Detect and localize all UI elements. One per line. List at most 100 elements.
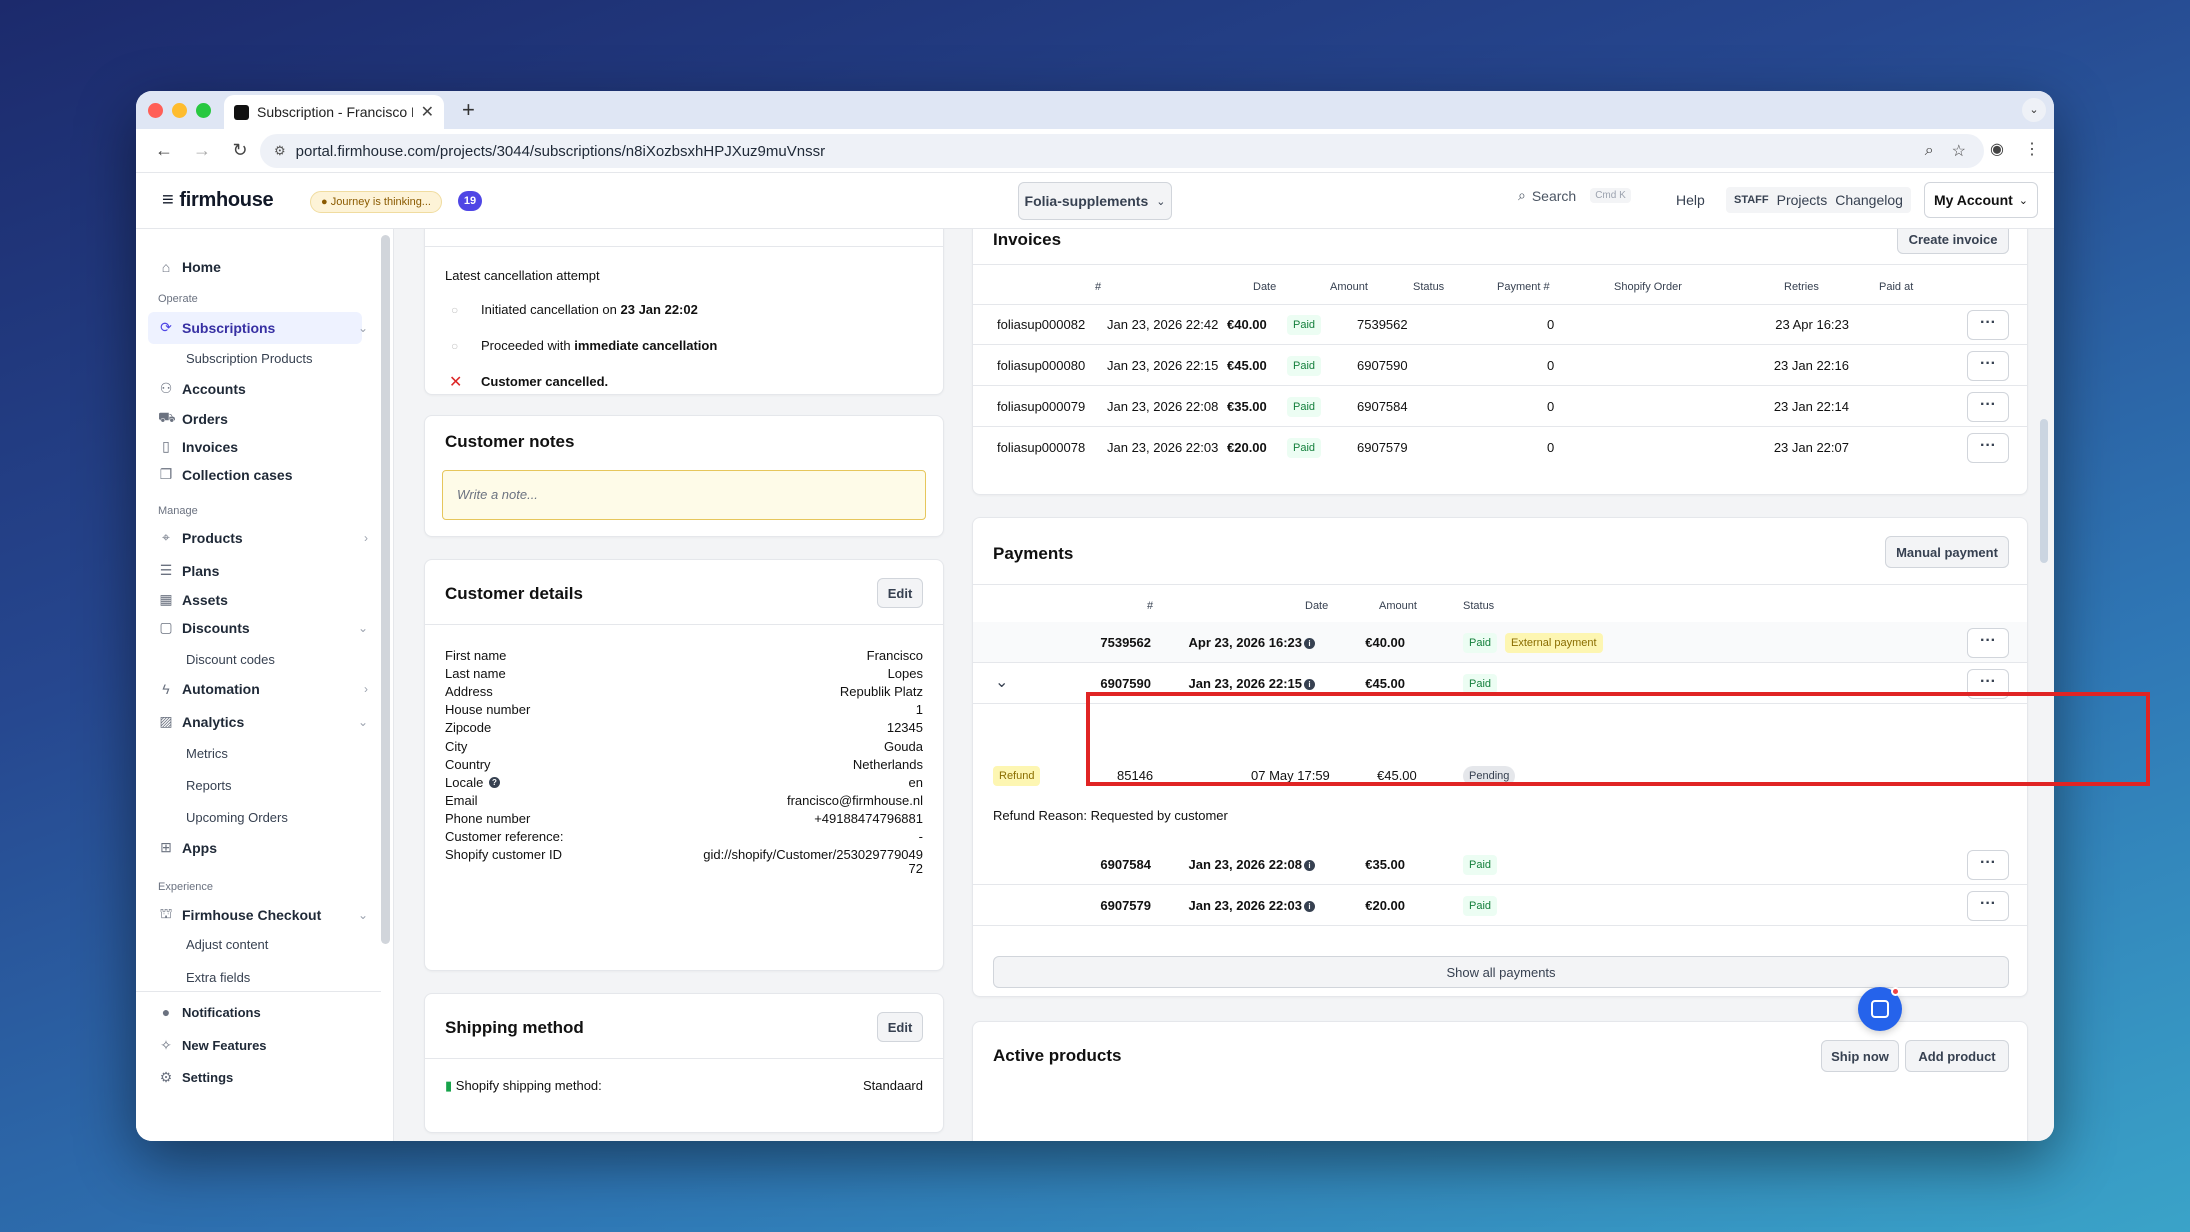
sidebar-scrollbar[interactable]: [381, 235, 390, 944]
sidebar-item-assets[interactable]: ▦ Assets: [158, 591, 372, 608]
project-selector[interactable]: Folia-supplements ⌄: [1018, 182, 1172, 220]
invoice-payment-number[interactable]: 6907590: [1357, 358, 1408, 373]
sidebar-item-notifications[interactable]: ● Notifications: [158, 1004, 372, 1020]
create-invoice-button[interactable]: Create invoice: [1897, 229, 2009, 254]
sidebar-item-new-features[interactable]: ✧ New Features: [158, 1037, 372, 1054]
add-product-button[interactable]: Add product: [1905, 1040, 2009, 1072]
project-name: Folia-supplements: [1024, 193, 1149, 209]
invoice-payment-number[interactable]: 6907579: [1357, 440, 1408, 455]
my-account-button[interactable]: My Account ⌄: [1924, 182, 2038, 218]
sidebar-item-invoices[interactable]: ▯ Invoices: [158, 438, 372, 455]
sidebar-item-products[interactable]: ⌖ Products ›: [158, 529, 372, 546]
sidebar-item-reports[interactable]: Reports: [186, 778, 232, 793]
sidebar-item-home[interactable]: ⌂ Home: [158, 259, 372, 275]
customer-field-label: Locale: [445, 774, 484, 790]
browser-menu-icon[interactable]: ⋮: [2024, 139, 2040, 159]
manual-payment-button[interactable]: Manual payment: [1885, 536, 2009, 568]
invoice-payment-number[interactable]: 6907584: [1357, 399, 1408, 414]
note-placeholder: Write a note...: [457, 487, 538, 502]
close-tab-icon[interactable]: ✕: [421, 102, 434, 122]
payment-actions-button[interactable]: ···: [1967, 669, 2009, 699]
ship-now-button[interactable]: Ship now: [1821, 1040, 1899, 1072]
back-icon[interactable]: ←: [154, 140, 174, 161]
app-header: ≡ firmhouse ● Journey is thinking... 19 F…: [136, 173, 2054, 229]
maximize-window-button[interactable]: [196, 103, 211, 118]
tab-search-icon[interactable]: ⌄: [2022, 98, 2046, 122]
profile-icon[interactable]: ◉: [1990, 139, 2004, 159]
payment-amount: €20.00: [1365, 898, 1405, 913]
journey-status-badge[interactable]: ● Journey is thinking...: [310, 191, 442, 213]
chat-widget-button[interactable]: [1858, 987, 1902, 1031]
invoice-number[interactable]: foliasup000082: [997, 317, 1085, 332]
sidebar-item-settings[interactable]: ⚙ Settings: [158, 1069, 372, 1086]
sidebar-item-metrics[interactable]: Metrics: [186, 746, 228, 761]
invoice-number[interactable]: foliasup000078: [997, 440, 1085, 455]
sidebar-item-apps[interactable]: ⊞ Apps: [158, 839, 372, 856]
payment-actions-button[interactable]: ···: [1967, 891, 2009, 921]
help-link[interactable]: Help: [1676, 192, 1705, 208]
sidebar-item-analytics[interactable]: ▨ Analytics ⌄: [158, 713, 372, 730]
sidebar-item-subscription-products[interactable]: Subscription Products: [186, 351, 312, 366]
invoices-header-status: Status: [1413, 281, 1445, 293]
customer-field-label: Zipcode: [445, 720, 492, 736]
invoice-actions-button[interactable]: ···: [1967, 351, 2009, 381]
chevron-down-icon: ⌄: [2018, 194, 2029, 207]
invoice-number[interactable]: foliasup000080: [997, 358, 1085, 373]
customer-field-value: -: [918, 829, 923, 844]
reload-icon[interactable]: ↻: [230, 140, 250, 161]
invoice-actions-button[interactable]: ···: [1967, 433, 2009, 463]
firmhouse-logo[interactable]: ≡ firmhouse: [162, 189, 274, 212]
invoice-number[interactable]: foliasup000079: [997, 399, 1085, 414]
divider: [425, 624, 943, 625]
info-icon: i: [1304, 679, 1315, 691]
payment-actions-button[interactable]: ···: [1967, 628, 2009, 658]
note-input[interactable]: Write a note...: [442, 470, 926, 520]
sidebar-item-discount-codes[interactable]: Discount codes: [186, 652, 275, 667]
browser-tab[interactable]: Subscription - Francisco Lopes ✕: [224, 95, 444, 129]
sidebar-item-label: Automation: [182, 681, 260, 697]
minimize-window-button[interactable]: [172, 103, 187, 118]
invoice-date: Jan 23, 2026 22:42: [1107, 317, 1219, 332]
step-circle-icon: ○: [451, 303, 459, 317]
invoice-retries: 0: [1547, 317, 1555, 332]
chevron-down-icon: ⌄: [357, 714, 368, 729]
sidebar-item-upcoming-orders[interactable]: Upcoming Orders: [186, 810, 288, 825]
customer-field-value: francisco@firmhouse.nl: [786, 792, 923, 808]
sidebar-item-plans[interactable]: ☰ Plans: [158, 562, 372, 579]
new-tab-icon[interactable]: +: [462, 97, 475, 123]
site-settings-icon[interactable]: ⚙: [274, 143, 286, 159]
documents-icon: ❐: [159, 466, 173, 482]
sidebar-item-collection-cases[interactable]: ❐ Collection cases: [158, 466, 372, 483]
sidebar-item-subscriptions[interactable]: ⟳ Subscriptions ⌄: [158, 319, 372, 336]
address-bar[interactable]: ⚙ portal.firmhouse.com/projects/3044/sub…: [260, 134, 1984, 168]
forward-icon[interactable]: →: [192, 140, 212, 161]
changelog-link[interactable]: Changelog: [1835, 192, 1903, 208]
search-button[interactable]: ⌕ Search Cmd K: [1518, 187, 1631, 204]
sidebar-item-automation[interactable]: ϟ Automation ›: [158, 681, 372, 697]
sidebar-item-extra-fields[interactable]: Extra fields: [186, 970, 250, 985]
sidebar-item-discounts[interactable]: ▢ Discounts ⌄: [158, 619, 372, 636]
invoice-actions-button[interactable]: ···: [1967, 310, 2009, 340]
invoice-payment-number[interactable]: 7539562: [1357, 317, 1408, 332]
active-products-card: Active products Ship now Add product: [972, 1021, 2028, 1141]
sidebar-item-orders[interactable]: ⛟ Orders: [158, 409, 372, 428]
chevron-down-icon[interactable]: ⌄: [995, 672, 1008, 692]
show-all-payments-button[interactable]: Show all payments: [993, 956, 2009, 988]
projects-link[interactable]: Projects: [1777, 192, 1828, 208]
status-badge: Paid: [1287, 315, 1322, 335]
edit-customer-button[interactable]: Edit: [877, 578, 923, 608]
close-window-button[interactable]: [148, 103, 163, 118]
edit-shipping-button[interactable]: Edit: [877, 1012, 923, 1042]
payment-actions-button[interactable]: ···: [1967, 850, 2009, 880]
notification-count-badge[interactable]: 19: [458, 191, 482, 211]
customer-field-value: 12345: [886, 720, 923, 736]
invoice-retries: 0: [1547, 440, 1555, 455]
sidebar-item-firmhouse-checkout[interactable]: ⛫ Firmhouse Checkout ⌄: [158, 905, 372, 924]
bookmark-star-icon[interactable]: ☆: [1952, 141, 1966, 161]
sidebar-item-accounts[interactable]: ⚇ Accounts: [158, 380, 372, 397]
table-row: foliasup000079 Jan 23, 2026 22:08 €35.00 Pa…: [973, 386, 2027, 427]
sidebar-item-adjust-content[interactable]: Adjust content: [186, 937, 268, 952]
invoice-actions-button[interactable]: ···: [1967, 392, 2009, 422]
main-scrollbar[interactable]: [2040, 419, 2048, 563]
zoom-icon[interactable]: ⌕: [1925, 142, 1934, 160]
